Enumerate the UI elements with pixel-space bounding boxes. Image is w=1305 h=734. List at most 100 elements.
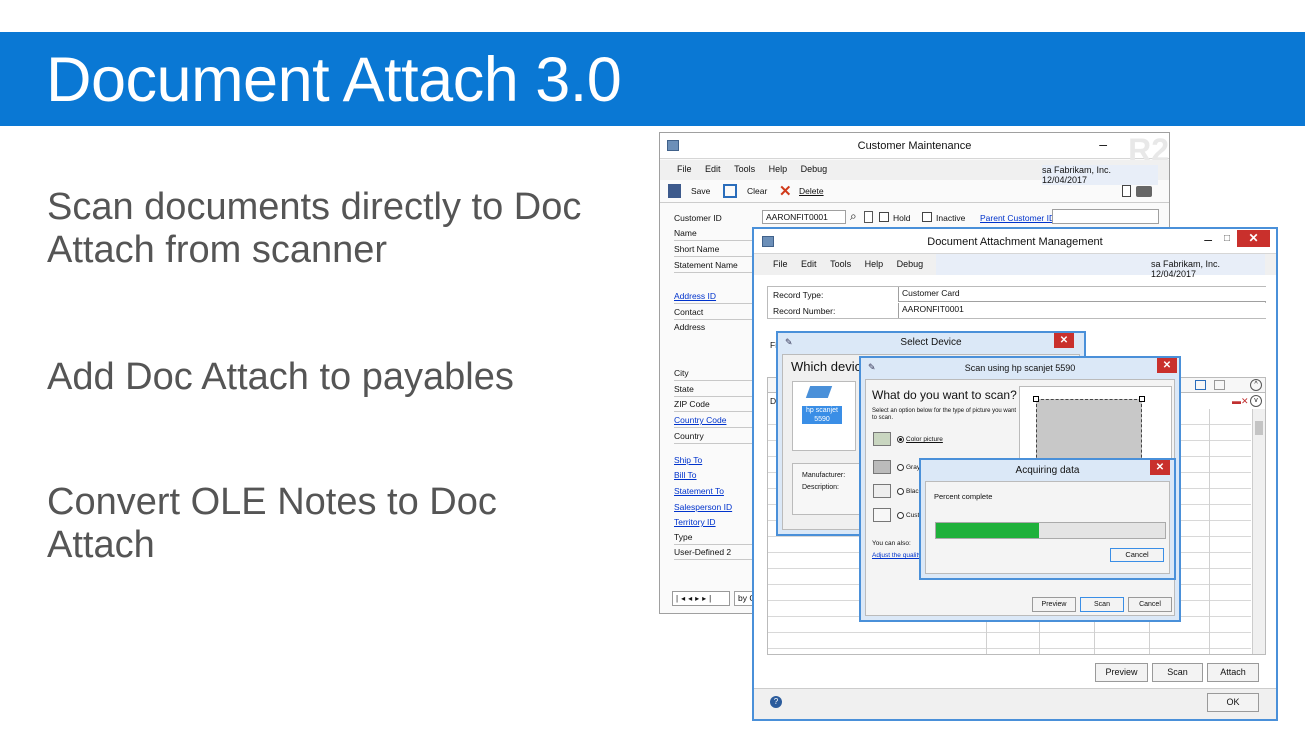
scrollbar-thumb[interactable] xyxy=(1255,421,1263,435)
radio-color-picture[interactable] xyxy=(897,436,904,443)
scan-title: Scan using hp scanjet 5590 xyxy=(964,363,1076,373)
dam-close-button[interactable]: ✕ xyxy=(1237,230,1270,247)
ad-cancel-button[interactable]: Cancel xyxy=(1110,548,1164,562)
salesperson-id-link[interactable]: Salesperson ID xyxy=(674,502,732,512)
clear-icon xyxy=(723,184,737,198)
dam-ok-button[interactable]: OK xyxy=(1207,693,1259,712)
radio-custom[interactable] xyxy=(897,512,904,519)
state-label: State xyxy=(674,384,694,394)
menu-file[interactable]: File xyxy=(677,164,692,174)
dam-status: sa Fabrikam, Inc. 12/04/2017 xyxy=(936,254,1265,279)
dam-titlebar: Document Attachment Management – □ ✕ xyxy=(754,229,1276,254)
crop-handle-top-right[interactable] xyxy=(1139,396,1145,402)
sd-close-button[interactable]: ✕ xyxy=(1054,333,1074,348)
document-icon[interactable] xyxy=(864,211,873,223)
sd-heading: Which devic xyxy=(791,359,862,374)
country-code-link[interactable]: Country Code xyxy=(674,415,726,425)
dam-preview-button[interactable]: Preview xyxy=(1095,663,1148,682)
menu-debug[interactable]: Debug xyxy=(801,164,828,174)
dam-menu-tools[interactable]: Tools xyxy=(830,259,851,269)
hold-checkbox[interactable] xyxy=(879,212,889,222)
clear-button[interactable]: Clear xyxy=(747,186,767,196)
device-list[interactable]: hp scanjet 5590 xyxy=(792,381,856,451)
scroll-down-circle-icon[interactable]: v xyxy=(1250,395,1262,407)
first-record-icon[interactable]: |◂ xyxy=(676,594,688,603)
bullet-convert-ole: Convert OLE Notes to Doc Attach xyxy=(47,481,497,566)
note-icon xyxy=(1122,185,1131,197)
you-can-also-label: You can also: xyxy=(872,540,911,547)
grid-scrollbar[interactable] xyxy=(1252,409,1265,654)
help-icon[interactable]: ? xyxy=(770,696,782,708)
collapse-icon[interactable] xyxy=(1214,380,1225,390)
device-item[interactable]: hp scanjet 5590 xyxy=(802,406,842,424)
territory-id-link[interactable]: Territory ID xyxy=(674,517,716,527)
save-icon xyxy=(668,184,681,198)
expand-icon[interactable] xyxy=(1195,380,1206,390)
scan-scan-button[interactable]: Scan xyxy=(1080,597,1124,612)
slide-title: Document Attach 3.0 xyxy=(46,45,622,115)
inactive-checkbox[interactable] xyxy=(922,212,932,222)
lookup-icon[interactable]: ⌕ xyxy=(850,209,857,224)
ship-to-link[interactable]: Ship To xyxy=(674,455,702,465)
ad-close-button[interactable]: ✕ xyxy=(1150,460,1170,475)
record-navigation[interactable]: |◂◂▸▸| xyxy=(672,591,730,606)
delete-icon: ✕ xyxy=(779,183,792,200)
menu-help[interactable]: Help xyxy=(769,164,788,174)
dam-attach-button[interactable]: Attach xyxy=(1207,663,1259,682)
statement-name-label: Statement Name xyxy=(674,260,738,270)
crop-handle-top-left[interactable] xyxy=(1033,396,1039,402)
dam-menu-help[interactable]: Help xyxy=(865,259,884,269)
menu-tools[interactable]: Tools xyxy=(734,164,755,174)
option-color-picture[interactable]: Color picture xyxy=(906,436,943,443)
record-number-label: Record Number: xyxy=(773,306,836,316)
dam-maximize-button[interactable]: □ xyxy=(1224,233,1230,244)
name-label: Name xyxy=(674,228,697,238)
short-name-label: Short Name xyxy=(674,244,720,254)
address-label: Address xyxy=(674,322,706,332)
address-id-link[interactable]: Address ID xyxy=(674,291,716,301)
menu-edit[interactable]: Edit xyxy=(705,164,721,174)
description-label: Description: xyxy=(802,484,839,491)
option-grayscale[interactable]: Gray xyxy=(906,464,920,471)
scan-cancel-button[interactable]: Cancel xyxy=(1128,597,1172,612)
radio-black-white[interactable] xyxy=(897,488,904,495)
scroll-up-circle-icon[interactable]: ^ xyxy=(1250,379,1262,391)
delete-button[interactable]: Delete xyxy=(799,186,824,196)
scanner-device-icon xyxy=(805,386,833,398)
bill-to-link[interactable]: Bill To xyxy=(674,470,697,480)
adjust-quality-link[interactable]: Adjust the quality xyxy=(872,552,922,559)
progress-bar xyxy=(935,522,1166,539)
option-custom[interactable]: Cust xyxy=(906,512,919,519)
dam-scan-button[interactable]: Scan xyxy=(1152,663,1203,682)
contact-label: Contact xyxy=(674,307,704,317)
ad-titlebar: Acquiring data ✕ xyxy=(921,460,1174,480)
dam-menubar: File Edit Tools Help Debug sa Fabrikam, … xyxy=(754,254,1276,279)
parent-customer-link[interactable]: Parent Customer ID xyxy=(980,213,1055,223)
dam-menu-debug[interactable]: Debug xyxy=(897,259,924,269)
remove-icon[interactable]: ▬✕ xyxy=(1232,396,1249,407)
ad-body: Percent complete Cancel xyxy=(921,480,1174,578)
dam-menu-file[interactable]: File xyxy=(773,259,788,269)
black-white-icon xyxy=(873,484,891,498)
scan-preview-button[interactable]: Preview xyxy=(1032,597,1076,612)
save-button[interactable]: Save xyxy=(691,186,710,196)
sd-title: Select Device xyxy=(900,337,962,348)
dam-minimize-button[interactable]: – xyxy=(1204,231,1212,247)
statement-to-link[interactable]: Statement To xyxy=(674,486,724,496)
printer-icon[interactable] xyxy=(1136,186,1152,197)
last-record-icon[interactable]: ▸| xyxy=(702,594,714,603)
type-label: Type xyxy=(674,532,693,542)
dam-footer: ? OK xyxy=(754,688,1276,719)
cm-minimize-button[interactable]: – xyxy=(1099,136,1107,152)
parent-customer-field[interactable] xyxy=(1052,209,1159,224)
scan-close-button[interactable]: ✕ xyxy=(1157,358,1177,373)
cm-title: Customer Maintenance xyxy=(857,140,972,152)
customer-id-field[interactable]: AARONFIT0001 xyxy=(762,210,846,224)
cm-toolbar: Save Clear ✕ Delete xyxy=(660,181,1169,203)
record-type-field: Customer Card xyxy=(898,287,1266,302)
progress-fill xyxy=(936,523,1040,538)
radio-grayscale[interactable] xyxy=(897,464,904,471)
scan-heading: What do you want to scan? xyxy=(872,388,1017,402)
dam-title: Document Attachment Management xyxy=(927,236,1103,248)
dam-menu-edit[interactable]: Edit xyxy=(801,259,817,269)
